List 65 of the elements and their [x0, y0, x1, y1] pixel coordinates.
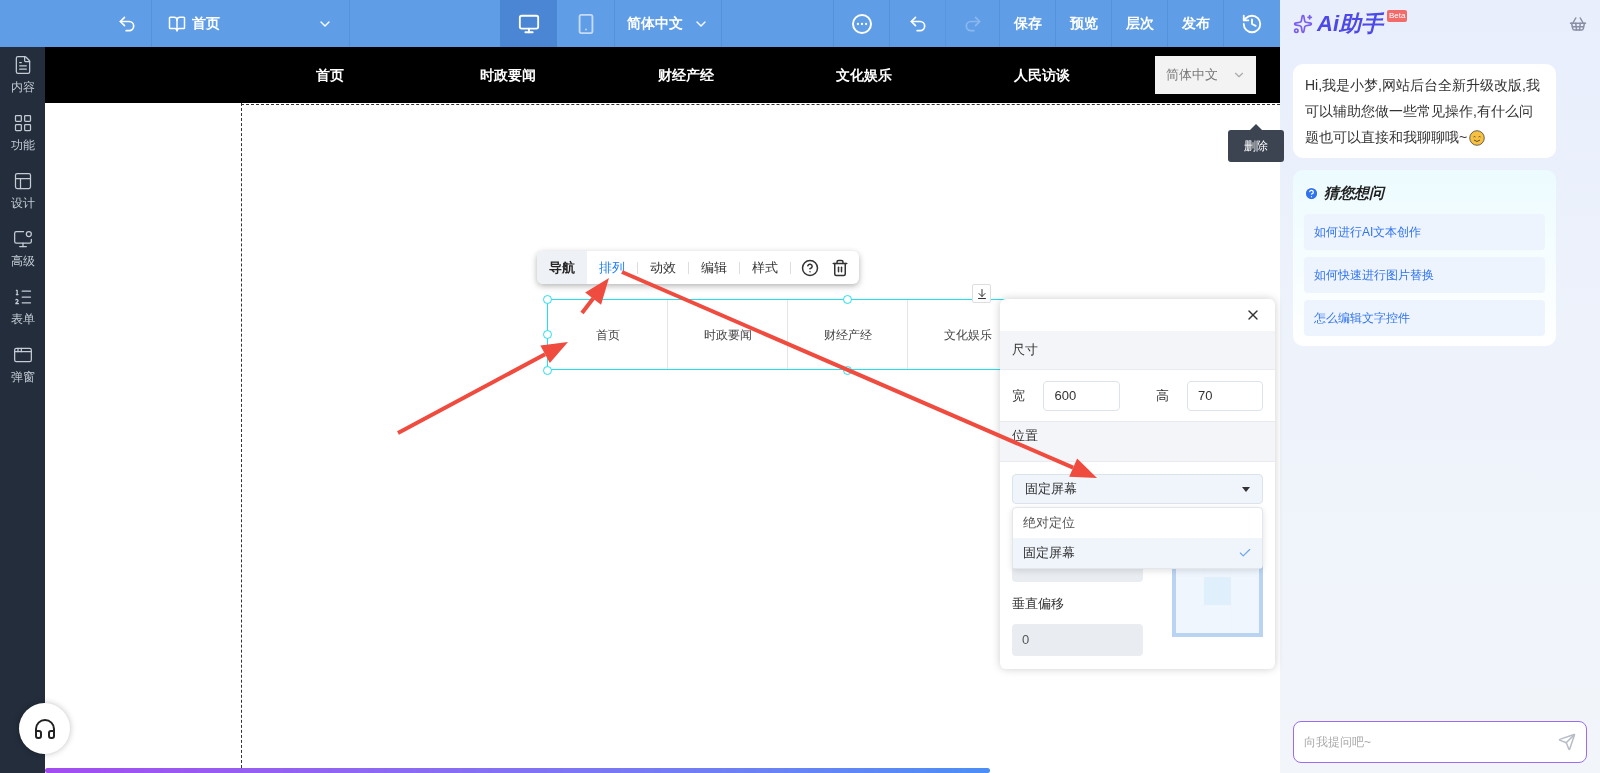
desktop-icon — [517, 12, 540, 35]
code-monitor-icon — [12, 229, 33, 249]
sidebar-item[interactable]: 功能 — [10, 113, 35, 154]
resize-handle[interactable] — [543, 295, 552, 304]
dropdown-option[interactable]: 绝对定位 — [1013, 508, 1262, 538]
back-button[interactable] — [117, 13, 137, 34]
sidebar-item[interactable]: 内容 — [10, 55, 35, 96]
toolbar-tab[interactable]: 动效 — [638, 257, 688, 278]
suggestion-item[interactable]: 如何进行AI文本创作 — [1304, 213, 1545, 250]
width-field[interactable]: 600 — [1043, 380, 1120, 411]
suggestion-item[interactable]: 如何快速进行图片替换 — [1304, 256, 1545, 293]
resize-handle[interactable] — [543, 366, 552, 375]
site-nav-item[interactable]: 财经产经 — [597, 64, 775, 86]
layout-icon — [12, 171, 33, 191]
resize-handle[interactable] — [543, 330, 552, 339]
section-header: 尺寸 — [1000, 331, 1275, 370]
tooltip-pointer — [1250, 124, 1262, 130]
site-language-select[interactable]: 简体中文 — [1155, 56, 1256, 94]
section-header: 位置 — [1000, 422, 1275, 462]
dropdown-option[interactable]: 固定屏幕 — [1013, 538, 1262, 568]
check-icon — [1238, 546, 1252, 560]
field-label: 高 — [1155, 386, 1170, 405]
beta-badge: Beta — [1387, 10, 1408, 22]
suggestion-item[interactable]: 怎么编辑文字控件 — [1304, 299, 1545, 336]
site-nav-item[interactable]: 首页 — [241, 64, 419, 86]
chat-input-text: 向我提问吧~ — [1304, 733, 1558, 751]
toolbar-title: 导航 — [537, 251, 587, 284]
list-icon — [12, 287, 33, 307]
nav-cell: 时政要闻 — [668, 300, 788, 369]
vertical-offset-field[interactable]: 0 — [1012, 623, 1144, 656]
sidebar-item[interactable]: 高级 — [10, 229, 35, 270]
sparkle-icon — [1293, 13, 1313, 34]
site-nav-item[interactable]: 人民访谈 — [953, 64, 1131, 86]
chat-input[interactable]: 向我提问吧~ — [1293, 721, 1587, 763]
position-select[interactable]: 固定屏幕 — [1012, 474, 1263, 504]
delete-tooltip: 删除 — [1228, 130, 1284, 162]
download-icon[interactable] — [972, 284, 991, 303]
headset-icon — [32, 716, 57, 741]
basket-icon[interactable] — [1569, 14, 1587, 33]
field-label: 宽 — [1012, 386, 1026, 405]
back-icon — [117, 13, 137, 34]
site-nav-item[interactable]: 时政要闻 — [419, 64, 597, 86]
desktop-view-button[interactable] — [500, 0, 557, 47]
site-nav-item[interactable]: 文化娱乐 — [775, 64, 953, 86]
more-icon — [851, 13, 872, 34]
page-icon — [168, 14, 186, 33]
undo-icon — [907, 13, 928, 34]
smile-icon — [1469, 130, 1486, 147]
grid-icon — [12, 113, 33, 133]
help-icon — [1304, 185, 1319, 201]
assistant-message: Hi,我是小梦,网站后台全新升级改版,我可以辅助您做一些常见操作,有什么问题也可以直接和我聊聊哦~ — [1293, 64, 1556, 158]
toolbar-tab[interactable]: 样式 — [740, 257, 790, 278]
send-icon[interactable] — [1558, 733, 1576, 751]
assistant-title: Ai助手 — [1317, 10, 1383, 38]
field-label: 垂直偏移 — [1012, 595, 1065, 613]
window-icon — [12, 345, 33, 365]
history-icon — [1241, 12, 1263, 35]
sidebar-item[interactable]: 设计 — [10, 171, 35, 212]
toolbar-tab[interactable]: 编辑 — [689, 257, 739, 278]
dropdown-caret-icon — [1242, 486, 1250, 492]
sidebar-item[interactable]: 弹窗 — [10, 345, 35, 386]
sidebar-item[interactable]: 表单 — [10, 287, 35, 328]
suggestions-title: 猜您想问 — [1324, 183, 1384, 203]
height-field[interactable]: 70 — [1186, 380, 1263, 411]
resize-handle[interactable] — [843, 295, 852, 304]
